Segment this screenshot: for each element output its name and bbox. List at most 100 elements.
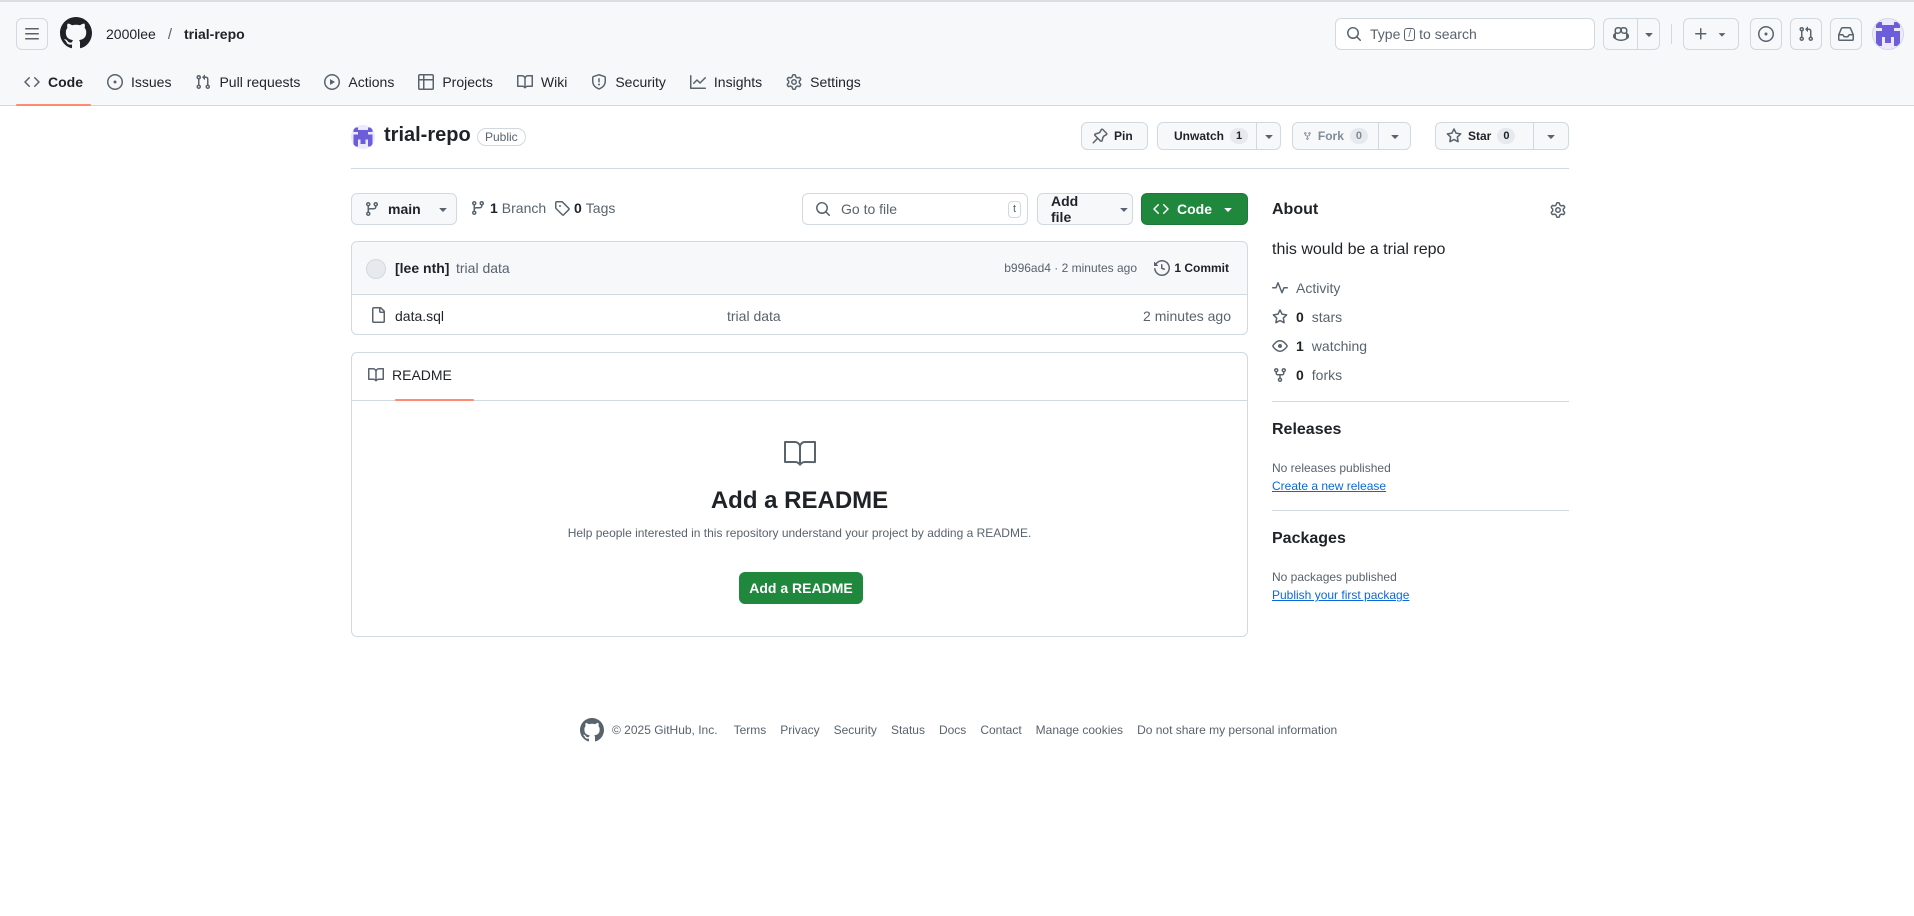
repo-forked-icon (1274, 368, 1286, 383)
forks-link[interactable]: 0 forks (1272, 367, 1342, 383)
publish-package-link[interactable]: Publish your first package (1272, 588, 1409, 602)
commit-message-link[interactable]: trial data (456, 260, 510, 276)
create-new-button[interactable] (1683, 18, 1739, 50)
footer-link-contact[interactable]: Contact (980, 723, 1021, 737)
commit-author-avatar[interactable] (366, 259, 386, 279)
tab-actions[interactable]: Actions (316, 70, 402, 94)
file-name-link[interactable]: data.sql (395, 308, 444, 324)
tab-label: Security (615, 74, 666, 90)
commit-author-link[interactable]: [lee nth] (395, 260, 449, 276)
footer-link-docs[interactable]: Docs (939, 723, 966, 737)
stars-link[interactable]: 0 stars (1272, 309, 1342, 325)
commits-count-label: 1 Commit (1174, 261, 1229, 275)
breadcrumb-owner-link[interactable]: 2000lee (106, 24, 156, 44)
watchers-link[interactable]: 1 watching (1272, 338, 1367, 354)
code-button[interactable]: Code (1141, 193, 1248, 225)
tags-link[interactable]: 0 Tags (554, 200, 615, 216)
go-to-file-input[interactable]: Go to file t (802, 193, 1028, 225)
search-placeholder-suffix: to search (1419, 26, 1477, 42)
breadcrumb: 2000lee / trial-repo (106, 24, 245, 44)
your-pull-requests-button[interactable] (1790, 18, 1822, 50)
your-issues-button[interactable] (1750, 18, 1782, 50)
tab-pull-requests[interactable]: Pull requests (187, 70, 308, 94)
footer-link-privacy[interactable]: Privacy (780, 723, 819, 737)
watch-count: 1 (1230, 128, 1249, 144)
readme-tab-label: README (392, 367, 452, 383)
readme-tab[interactable]: README (368, 367, 452, 383)
forks-label: forks (1311, 367, 1343, 383)
go-to-file-shortcut: t (1007, 201, 1021, 218)
commit-hash-time[interactable]: b996ad4 · 2 minutes ago (1004, 261, 1137, 275)
global-search-input[interactable]: Type / to search (1335, 18, 1595, 50)
footer-link-status[interactable]: Status (891, 723, 925, 737)
github-logo-icon[interactable] (60, 17, 92, 49)
play-icon (324, 74, 341, 90)
star-button[interactable]: Star 0 (1435, 122, 1534, 150)
table-icon (418, 74, 435, 90)
star-lists-button[interactable] (1533, 122, 1569, 150)
repo-owner-avatar[interactable] (351, 125, 375, 149)
copilot-button-group[interactable] (1603, 18, 1660, 50)
triangle-down-icon (1120, 208, 1128, 212)
open-menu-button[interactable] (16, 18, 48, 50)
sidebar-divider (1272, 510, 1569, 511)
create-release-link[interactable]: Create a new release (1272, 479, 1386, 493)
packages-heading[interactable]: Packages (1272, 530, 1346, 548)
footer-link-manage-cookies[interactable]: Manage cookies (1036, 723, 1123, 737)
branches-link[interactable]: 1 Branch (470, 200, 546, 216)
pin-button[interactable]: Pin (1081, 122, 1148, 150)
tab-projects[interactable]: Projects (410, 70, 501, 94)
copilot-button[interactable] (1604, 19, 1638, 49)
star-count: 0 (1497, 128, 1516, 144)
footer-link-terms[interactable]: Terms (734, 723, 767, 737)
hamburger-icon (25, 28, 39, 40)
branches-label: Branch (501, 200, 547, 216)
file-icon (372, 307, 385, 323)
triangle-down-icon (439, 208, 447, 212)
activity-label: Activity (1296, 280, 1341, 296)
notifications-button[interactable] (1830, 18, 1862, 50)
fork-options-button[interactable] (1378, 122, 1411, 150)
issue-opened-icon (1758, 26, 1774, 42)
tab-settings[interactable]: Settings (778, 70, 869, 94)
tab-insights[interactable]: Insights (682, 70, 770, 94)
branch-select-button[interactable]: main (351, 193, 457, 225)
search-placeholder-prefix: Type (1370, 26, 1401, 42)
releases-heading[interactable]: Releases (1272, 421, 1341, 439)
footer-link-security[interactable]: Security (834, 723, 877, 737)
code-icon (24, 76, 40, 88)
tab-security[interactable]: Security (583, 70, 674, 94)
tab-issues[interactable]: Issues (99, 70, 179, 94)
triangle-down-icon (1390, 135, 1399, 139)
gear-icon[interactable] (1550, 202, 1566, 218)
pulse-icon (1272, 282, 1288, 294)
plus-icon (1695, 28, 1707, 40)
repo-nav: Code Issues Pull requests Actions Projec… (16, 70, 877, 106)
readme-empty-description: Help people interested in this repositor… (567, 526, 1032, 540)
activity-link[interactable]: Activity (1272, 280, 1340, 296)
unwatch-button[interactable]: Unwatch 1 (1157, 122, 1257, 150)
github-logo-icon[interactable] (580, 718, 604, 742)
footer-copyright: © 2025 GitHub, Inc. (612, 723, 718, 737)
user-avatar[interactable] (1872, 18, 1904, 50)
top-border (0, 0, 1914, 2)
readme-panel: README Add a README Help people interest… (351, 352, 1248, 637)
triangle-down-icon (1224, 208, 1232, 212)
file-commit-message-link[interactable]: trial data (727, 308, 781, 324)
tab-code[interactable]: Code (16, 70, 91, 106)
watch-options-button[interactable] (1256, 122, 1281, 150)
star-icon (1272, 309, 1288, 324)
tab-label: Projects (442, 74, 493, 90)
code-button-label: Code (1177, 201, 1212, 217)
latest-commit-bar: [lee nth] trial data b996ad4 · 2 minutes… (352, 242, 1247, 295)
add-file-button[interactable]: Add file (1037, 193, 1133, 225)
fork-button[interactable]: Fork 0 (1292, 122, 1379, 150)
repo-name-link[interactable]: trial-repo (384, 124, 471, 147)
footer-link-do-not-share[interactable]: Do not share my personal information (1137, 723, 1337, 737)
history-icon (1154, 260, 1171, 276)
breadcrumb-repo-link[interactable]: trial-repo (184, 26, 245, 42)
tab-wiki[interactable]: Wiki (509, 70, 575, 94)
add-readme-button[interactable]: Add a README (739, 572, 863, 604)
copilot-dropdown-button[interactable] (1638, 26, 1659, 42)
commits-history-link[interactable]: 1 Commit (1154, 260, 1229, 276)
